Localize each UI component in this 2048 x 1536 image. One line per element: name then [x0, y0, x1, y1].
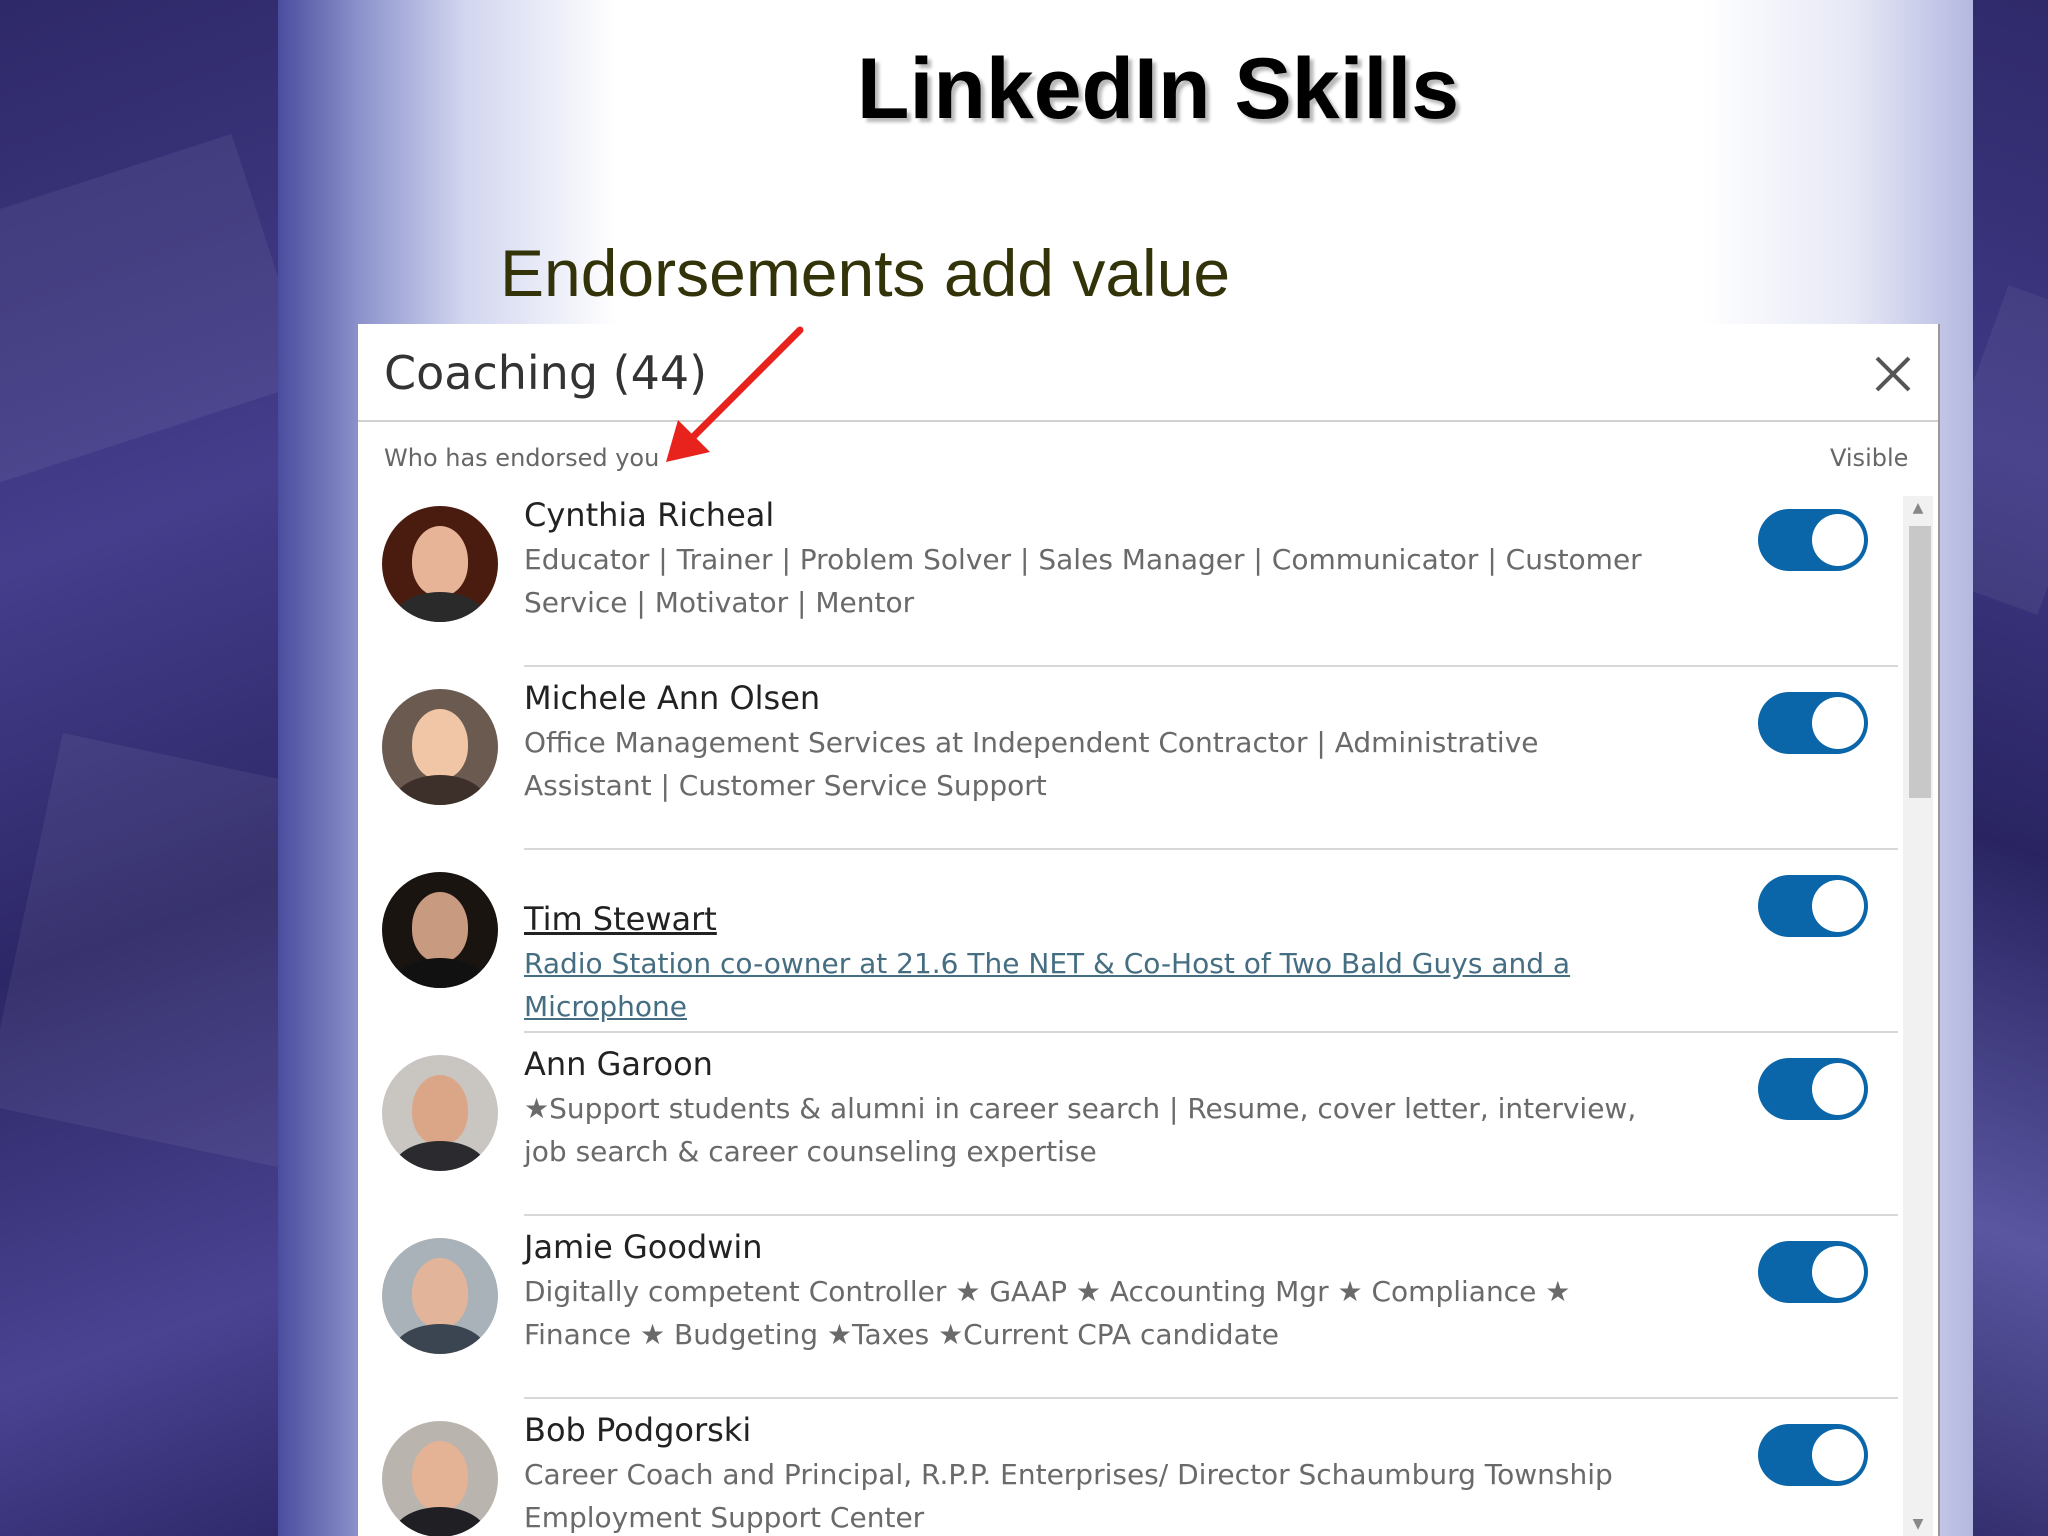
scroll-down-icon[interactable]: ▼ — [1903, 1512, 1933, 1536]
endorser-name[interactable]: Michele Ann Olsen — [524, 679, 820, 717]
toggle-knob — [1812, 880, 1864, 932]
scroll-thumb[interactable] — [1909, 526, 1931, 798]
close-icon — [1875, 356, 1911, 392]
background-left — [0, 0, 278, 1536]
avatar[interactable] — [382, 1238, 498, 1354]
background-facet — [1973, 285, 2048, 615]
endorser-row: Cynthia Richeal Educator | Trainer | Pro… — [358, 484, 1898, 667]
slide-title: LinkedIn Skills — [856, 41, 1460, 137]
visibility-toggle[interactable] — [1758, 1424, 1868, 1486]
avatar[interactable] — [382, 1055, 498, 1171]
endorser-row: Tim Stewart Radio Station co-owner at 21… — [358, 850, 1898, 1033]
endorser-name[interactable]: Ann Garoon — [524, 1045, 713, 1083]
close-button[interactable] — [1863, 344, 1923, 404]
endorser-list: Cynthia Richeal Educator | Trainer | Pro… — [358, 484, 1898, 1536]
scroll-up-icon[interactable]: ▲ — [1903, 496, 1933, 520]
visibility-toggle[interactable] — [1758, 509, 1868, 571]
toggle-knob — [1812, 697, 1864, 749]
endorser-headline: ★Support students & alumni in career sea… — [524, 1092, 1637, 1168]
who-endorsed-label: Who has endorsed you — [384, 444, 660, 472]
toggle-knob — [1812, 1429, 1864, 1481]
visibility-toggle[interactable] — [1758, 1241, 1868, 1303]
endorser-row: Jamie Goodwin Digitally competent Contro… — [358, 1216, 1898, 1399]
background-right — [1973, 0, 2048, 1536]
avatar[interactable] — [382, 689, 498, 805]
background-facet — [0, 133, 278, 487]
toggle-knob — [1812, 1063, 1864, 1115]
endorser-headline: Digitally competent Controller ★ GAAP ★ … — [524, 1275, 1571, 1351]
avatar[interactable] — [382, 1421, 498, 1536]
endorser-row: Bob Podgorski Career Coach and Principal… — [358, 1399, 1898, 1536]
endorser-name[interactable]: Tim Stewart — [524, 900, 717, 938]
avatar[interactable] — [382, 872, 498, 988]
endorser-name[interactable]: Bob Podgorski — [524, 1411, 751, 1449]
endorser-row: Michele Ann Olsen Office Management Serv… — [358, 667, 1898, 850]
scrollbar[interactable]: ▲ ▼ — [1903, 496, 1933, 1536]
dialog-header: Coaching (44) — [358, 324, 1938, 422]
endorser-headline[interactable]: Radio Station co-owner at 21.6 The NET &… — [524, 942, 1674, 1028]
endorser-name[interactable]: Jamie Goodwin — [524, 1228, 763, 1266]
endorser-name[interactable]: Cynthia Richeal — [524, 496, 774, 534]
visibility-toggle[interactable] — [1758, 692, 1868, 754]
toggle-knob — [1812, 514, 1864, 566]
dialog-title: Coaching (44) — [384, 346, 708, 400]
background-facet — [0, 732, 278, 1168]
avatar[interactable] — [382, 506, 498, 622]
visible-column-label: Visible — [1830, 444, 1909, 472]
endorser-row: Ann Garoon ★Support students & alumni in… — [358, 1033, 1898, 1216]
endorser-headline: Office Management Services at Independen… — [524, 726, 1539, 802]
endorser-headline: Career Coach and Principal, R.P.P. Enter… — [524, 1458, 1613, 1534]
toggle-knob — [1812, 1246, 1864, 1298]
endorsements-dialog: Coaching (44) Who has endorsed you Visib… — [358, 324, 1940, 1536]
slide-subtitle: Endorsements add value — [500, 236, 1231, 310]
visibility-toggle[interactable] — [1758, 1058, 1868, 1120]
endorser-headline: Educator | Trainer | Problem Solver | Sa… — [524, 543, 1642, 619]
visibility-toggle[interactable] — [1758, 875, 1868, 937]
